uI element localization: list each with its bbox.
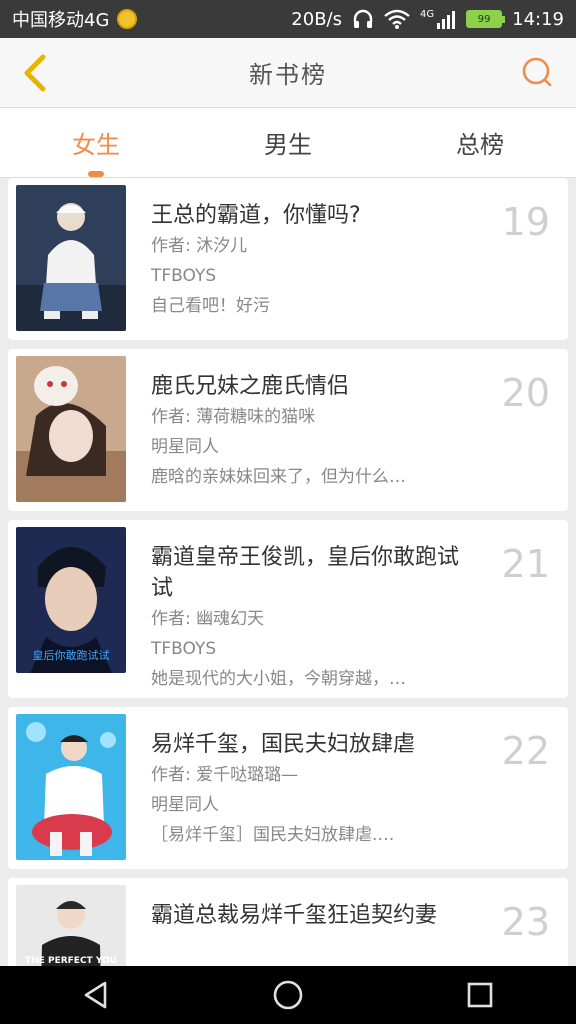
book-title: 霸道皇帝王俊凯，皇后你敢跑试试: [151, 545, 460, 601]
book-category: TFBOYS: [151, 266, 217, 286]
book-cover: THE PERFECT YOU: [16, 885, 126, 966]
book-category: 明星同人: [151, 795, 219, 815]
book-title: 易烊千玺，国民夫妇放肆虐: [151, 732, 416, 757]
tab-overall[interactable]: 总榜: [384, 108, 576, 177]
book-title: 霸道总裁易烊千玺狂追契约妻: [151, 903, 438, 928]
wifi-icon: [384, 9, 410, 29]
book-title: 鹿氏兄妹之鹿氏情侣: [151, 374, 350, 399]
book-list[interactable]: 王总的霸道，你懂吗? 作者: 沐汐儿 TFBOYS 自己看吧！好污 19 鹿氏兄…: [0, 178, 576, 966]
chevron-left-icon: [24, 54, 46, 92]
book-author: 作者: 爱千哒璐璐—: [151, 765, 299, 785]
nav-recents-button[interactable]: [450, 966, 510, 1024]
book-cover: 皇后你敢跑试试: [16, 527, 126, 673]
book-category: 明星同人: [151, 437, 219, 457]
clock: 14:19: [512, 8, 564, 30]
book-description: 鹿晗的亲妹妹回来了，但为什么…: [151, 467, 406, 487]
tab-label: 总榜: [456, 131, 504, 159]
book-title: 王总的霸道，你懂吗?: [151, 203, 361, 228]
nav-home-button[interactable]: [258, 966, 318, 1024]
book-author: 作者: 幽魂幻天: [151, 609, 265, 629]
status-bar: 中国移动4G 20B/s 4G 99 14:19: [0, 0, 576, 38]
book-cover: [16, 185, 126, 331]
rank-number: 20: [501, 371, 550, 415]
tab-male[interactable]: 男生: [192, 108, 384, 177]
active-tab-indicator: [88, 171, 104, 177]
book-card[interactable]: THE PERFECT YOU 霸道总裁易烊千玺狂追契约妻 23: [8, 878, 568, 966]
cover-text: THE PERFECT YOU: [25, 956, 117, 966]
rank-number: 19: [501, 200, 550, 244]
network-speed: 20B/s: [291, 8, 342, 30]
square-recents-icon: [467, 982, 493, 1008]
carrier-label: 中国移动4G: [12, 10, 110, 31]
search-icon: [522, 57, 552, 87]
network-type: 4G: [420, 9, 435, 20]
back-button[interactable]: [14, 52, 54, 94]
nav-back-button[interactable]: [66, 966, 126, 1024]
book-card[interactable]: 易烊千玺，国民夫妇放肆虐 作者: 爱千哒璐璐— 明星同人 ［易烊千玺］国民夫妇放…: [8, 707, 568, 869]
rank-number: 22: [501, 729, 550, 773]
rank-number: 23: [501, 900, 550, 944]
book-cover: [16, 714, 126, 860]
book-description: 她是现代的大小姐，今朝穿越，…: [151, 669, 406, 689]
book-category: TFBOYS: [151, 639, 217, 659]
book-author: 作者: 薄荷糖味的猫咪: [151, 407, 316, 427]
book-card[interactable]: 王总的霸道，你懂吗? 作者: 沐汐儿 TFBOYS 自己看吧！好污 19: [8, 178, 568, 340]
book-cover: [16, 356, 126, 502]
tab-label: 男生: [264, 131, 312, 159]
triangle-back-icon: [84, 981, 107, 1009]
book-description: 自己看吧！好污: [151, 296, 270, 316]
coin-app-icon: [117, 9, 138, 29]
search-button[interactable]: [520, 56, 554, 90]
book-description: ［易烊千玺］国民夫妇放肆虐.…: [151, 825, 395, 845]
signal-icon: [437, 11, 456, 29]
battery-icon: 99: [466, 10, 506, 28]
battery-level: 99: [477, 13, 491, 25]
app-bar: 新书榜: [0, 38, 576, 108]
system-nav-bar: [0, 966, 576, 1024]
book-card[interactable]: 皇后你敢跑试试 霸道皇帝王俊凯，皇后你敢跑试试 作者: 幽魂幻天 TFBOYS …: [8, 520, 568, 698]
book-author: 作者: 沐汐儿: [151, 236, 248, 256]
tab-female[interactable]: 女生: [0, 108, 192, 177]
book-card[interactable]: 鹿氏兄妹之鹿氏情侣 作者: 薄荷糖味的猫咪 明星同人 鹿晗的亲妹妹回来了，但为什…: [8, 349, 568, 511]
page-title: 新书榜: [249, 61, 327, 89]
rank-number: 21: [501, 542, 550, 586]
headphones-icon: [353, 9, 373, 28]
circle-home-icon: [273, 980, 303, 1010]
tab-label: 女生: [72, 131, 120, 159]
cover-text: 皇后你敢跑试试: [33, 648, 110, 662]
tab-bar: 女生 男生 总榜: [0, 108, 576, 178]
